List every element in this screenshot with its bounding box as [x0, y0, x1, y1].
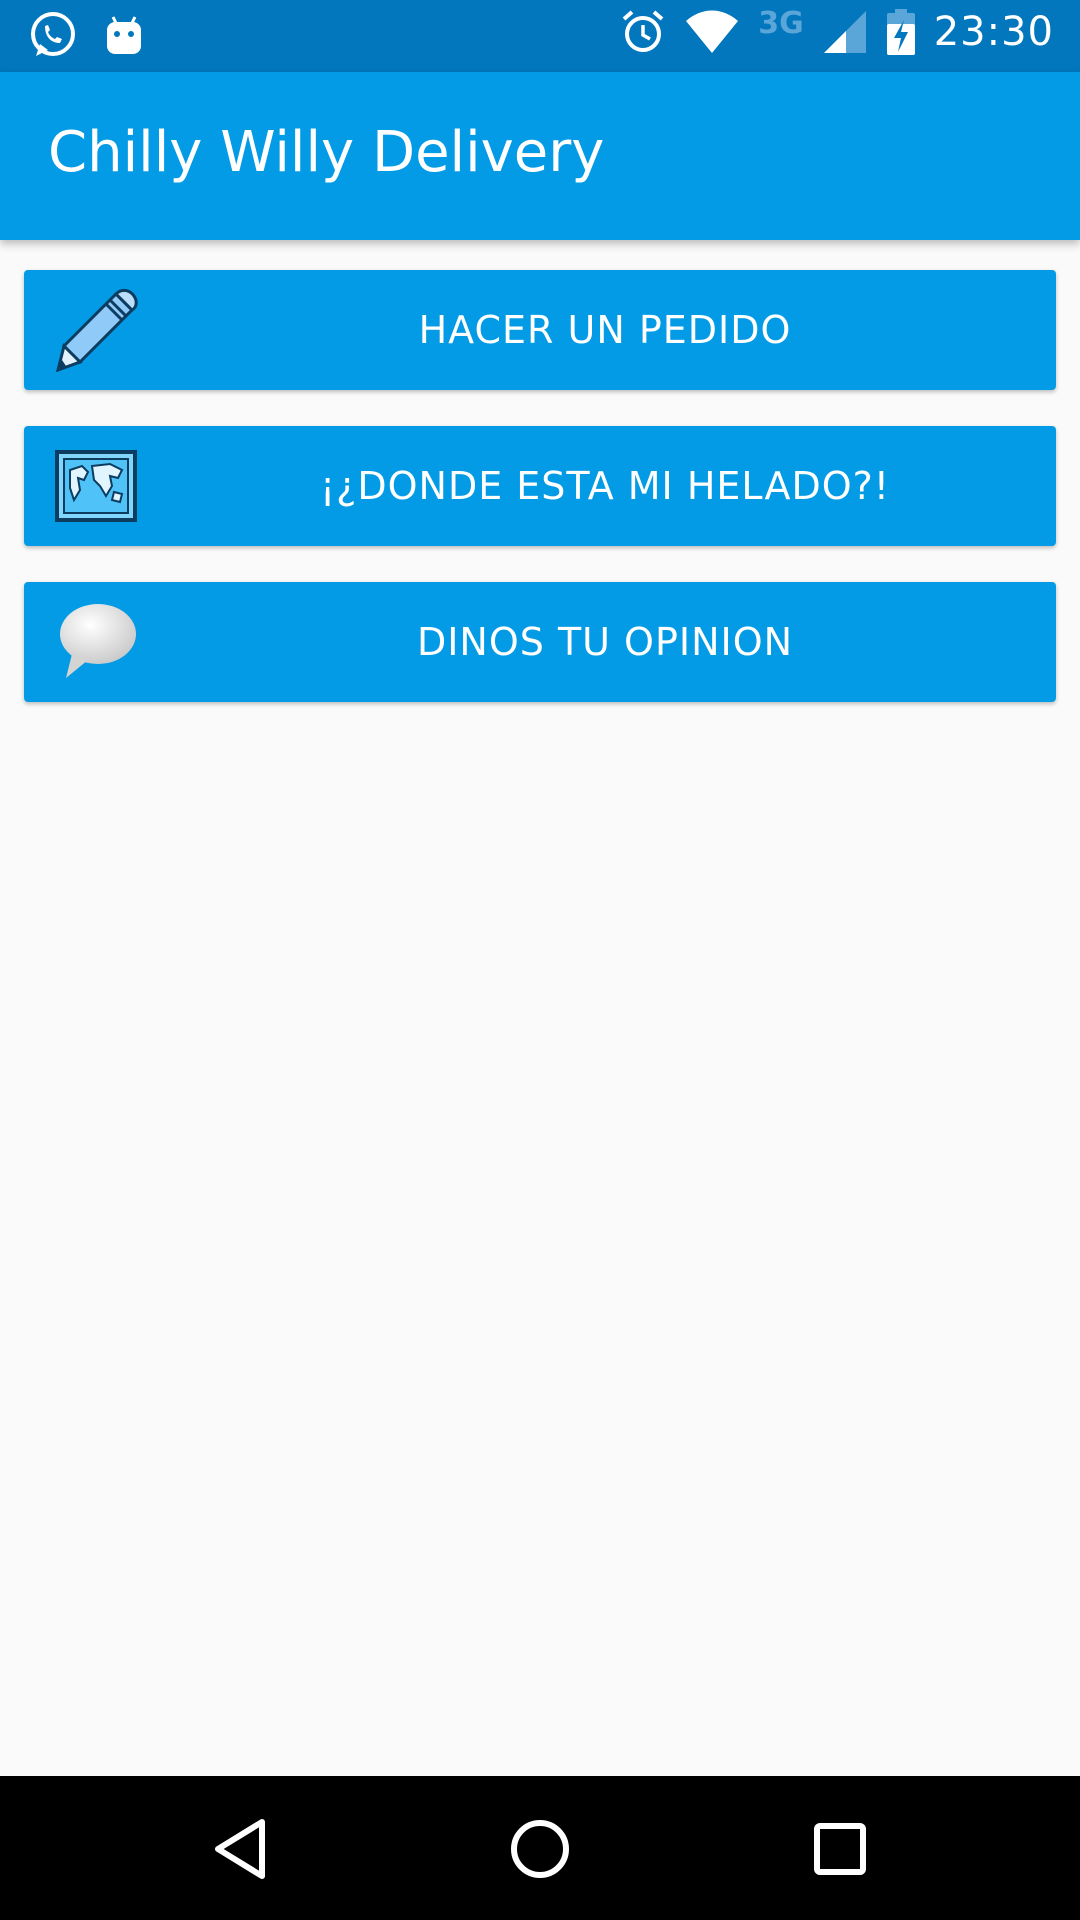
status-right-icons: 3G 23:30	[620, 5, 1054, 56]
app-bar: Chilly Willy Delivery	[0, 72, 1080, 240]
status-time: 23:30	[933, 9, 1054, 55]
network-type-label: 3G	[758, 5, 804, 41]
alarm-icon	[622, 10, 664, 52]
give-opinion-button[interactable]: DINOS TU OPINION	[24, 582, 1056, 702]
signal-icon	[823, 11, 866, 53]
status-left-icons	[28, 10, 144, 60]
where-is-my-icecream-label: ¡¿DONDE ESTA MI HELADO?!	[319, 464, 891, 508]
app-title: Chilly Willy Delivery	[48, 120, 605, 185]
android-icon	[107, 16, 141, 54]
status-bar: 3G 23:30	[0, 0, 1080, 72]
speech-bubble-icon	[60, 604, 136, 678]
wifi-icon	[686, 10, 739, 53]
give-opinion-label: DINOS TU OPINION	[416, 620, 794, 664]
recents-icon[interactable]	[805, 1814, 875, 1884]
back-icon[interactable]	[206, 1814, 276, 1884]
whatsapp-icon	[31, 12, 75, 56]
navigation-bar	[0, 1776, 1080, 1920]
where-is-my-icecream-button[interactable]: ¡¿DONDE ESTA MI HELADO?!	[24, 426, 1056, 546]
make-order-label: HACER UN PEDIDO	[418, 308, 792, 352]
home-icon[interactable]	[505, 1814, 575, 1884]
world-map-icon	[55, 450, 137, 522]
battery-charging-icon	[886, 9, 915, 55]
pencil-icon	[55, 288, 138, 372]
make-order-button[interactable]: HACER UN PEDIDO	[24, 270, 1056, 390]
